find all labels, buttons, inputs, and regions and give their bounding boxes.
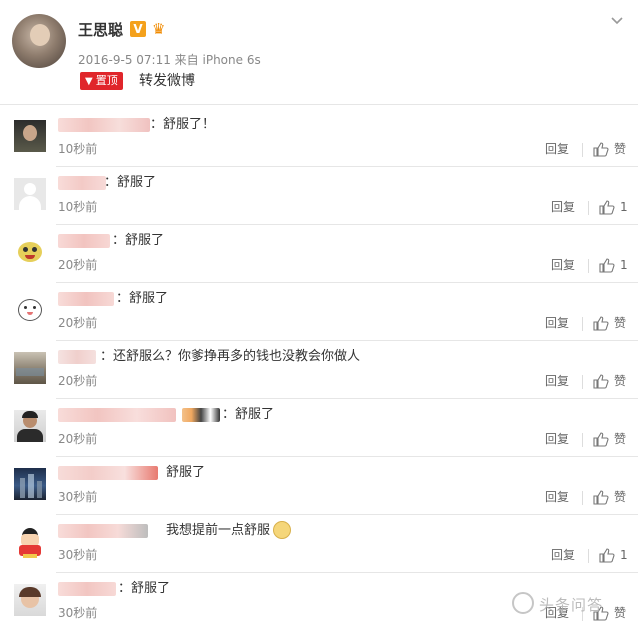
commenter-avatar[interactable] (14, 526, 46, 558)
comment-item: ：舒服了 10秒前 回复 1 (0, 167, 638, 225)
crown-icon: ♛ (152, 20, 166, 38)
blurred-username[interactable] (58, 234, 110, 248)
commenter-avatar[interactable] (14, 468, 46, 500)
blurred-emoji (182, 408, 220, 422)
like-label: 赞 (614, 374, 627, 388)
comment-item: 舒服了 30秒前 回复 赞 (0, 457, 638, 515)
divider (582, 375, 583, 389)
user-avatar[interactable] (12, 14, 66, 68)
commenter-avatar[interactable] (14, 178, 46, 210)
commenter-avatar[interactable] (14, 236, 46, 268)
comment-text: ：舒服了 (118, 581, 171, 596)
blurred-username[interactable] (58, 524, 148, 538)
pin-icon: ▼ (85, 76, 93, 87)
pin-label: 置顶 (95, 74, 118, 87)
comment-text: ：还舒服么？你爹挣再多的钱也没教会你做人 (100, 349, 361, 364)
comment-time: 10秒前 (58, 200, 98, 214)
blurred-username[interactable] (58, 582, 116, 596)
cat-emoji-icon (273, 521, 291, 539)
reply-button[interactable]: 回复 (545, 314, 569, 332)
chevron-down-icon[interactable] (610, 14, 624, 28)
thumbs-up-icon (599, 200, 615, 215)
reply-button[interactable]: 回复 (545, 430, 569, 448)
toutiao-logo-icon (512, 592, 534, 614)
divider (588, 201, 589, 215)
comment-item: ：舒服了！ 10秒前 回复 赞 (0, 109, 638, 167)
watermark-text: 头条问答 (539, 596, 604, 614)
comment-item: ：舒服了 20秒前 回复 赞 (0, 283, 638, 341)
reply-button[interactable]: 回复 (551, 256, 575, 274)
divider (582, 491, 583, 505)
toutiao-watermark: 头条问答 (512, 589, 632, 619)
like-count: 1 (620, 258, 628, 272)
comment-time: 30秒前 (58, 606, 98, 620)
comment-time: 20秒前 (58, 258, 98, 272)
comment-text: 我想提前一点舒服 (166, 523, 271, 538)
thumbs-up-icon (593, 490, 609, 505)
thumbs-up-icon (593, 432, 609, 447)
comment-text: 舒服了 (166, 465, 206, 480)
comment-time: 30秒前 (58, 490, 98, 504)
blurred-username[interactable] (58, 176, 106, 190)
username[interactable]: 王思聪 (78, 19, 123, 40)
divider (582, 143, 583, 157)
blurred-username[interactable] (58, 350, 96, 364)
verified-badge-icon: V (130, 21, 146, 37)
like-count: 1 (620, 548, 628, 562)
commenter-avatar[interactable] (14, 584, 46, 616)
post-header: 王思聪 V ♛ 2016-9-5 07:11 来自 iPhone 6s ▼ 置顶 … (0, 0, 638, 104)
comment-text: ：舒服了！ (150, 117, 216, 132)
thumbs-up-icon (599, 258, 615, 273)
reply-button[interactable]: 回复 (545, 488, 569, 506)
blurred-username[interactable] (58, 292, 114, 306)
thumbs-up-icon (599, 548, 615, 563)
thumbs-up-icon (593, 316, 609, 331)
commenter-avatar[interactable] (14, 120, 46, 152)
post-meta: 2016-9-5 07:11 来自 iPhone 6s (78, 53, 261, 67)
like-count: 1 (620, 200, 628, 214)
divider (582, 317, 583, 331)
pin-badge: ▼ 置顶 (80, 72, 123, 90)
blurred-username[interactable] (58, 466, 158, 480)
comment-text: ：舒服了 (222, 407, 275, 422)
comment-time: 30秒前 (58, 548, 98, 562)
commenter-avatar[interactable] (14, 410, 46, 442)
comment-text: ：舒服了 (104, 175, 157, 190)
comment-time: 20秒前 (58, 432, 98, 446)
like-label: 赞 (614, 142, 627, 156)
blurred-username[interactable] (58, 118, 150, 132)
reply-button[interactable]: 回复 (551, 198, 575, 216)
like-label: 赞 (614, 432, 627, 446)
comment-list: ：舒服了！ 10秒前 回复 赞 ：舒服了 10秒前 回复 1 ：舒服了 20秒前… (0, 104, 638, 626)
comment-time: 20秒前 (58, 316, 98, 330)
divider (588, 259, 589, 273)
commenter-avatar[interactable] (14, 294, 46, 326)
comment-text: ：舒服了 (112, 233, 165, 248)
divider (582, 433, 583, 447)
repost-label: 转发微博 (139, 73, 195, 89)
like-label: 赞 (614, 490, 627, 504)
reply-button[interactable]: 回复 (551, 546, 575, 564)
comment-item: 我想提前一点舒服 30秒前 回复 1 (0, 515, 638, 573)
thumbs-up-icon (593, 142, 609, 157)
reply-button[interactable]: 回复 (545, 140, 569, 158)
comment-time: 10秒前 (58, 142, 98, 156)
comment-item: ：还舒服么？你爹挣再多的钱也没教会你做人 20秒前 回复 赞 (0, 341, 638, 399)
commenter-avatar[interactable] (14, 352, 46, 384)
comment-time: 20秒前 (58, 374, 98, 388)
thumbs-up-icon (593, 374, 609, 389)
reply-button[interactable]: 回复 (545, 372, 569, 390)
blurred-username[interactable] (58, 408, 176, 422)
like-label: 赞 (614, 316, 627, 330)
comment-text: ：舒服了 (116, 291, 169, 306)
comment-item: ：舒服了 20秒前 回复 1 (0, 225, 638, 283)
divider (588, 549, 589, 563)
comment-item: ：舒服了 20秒前 回复 赞 (0, 399, 638, 457)
